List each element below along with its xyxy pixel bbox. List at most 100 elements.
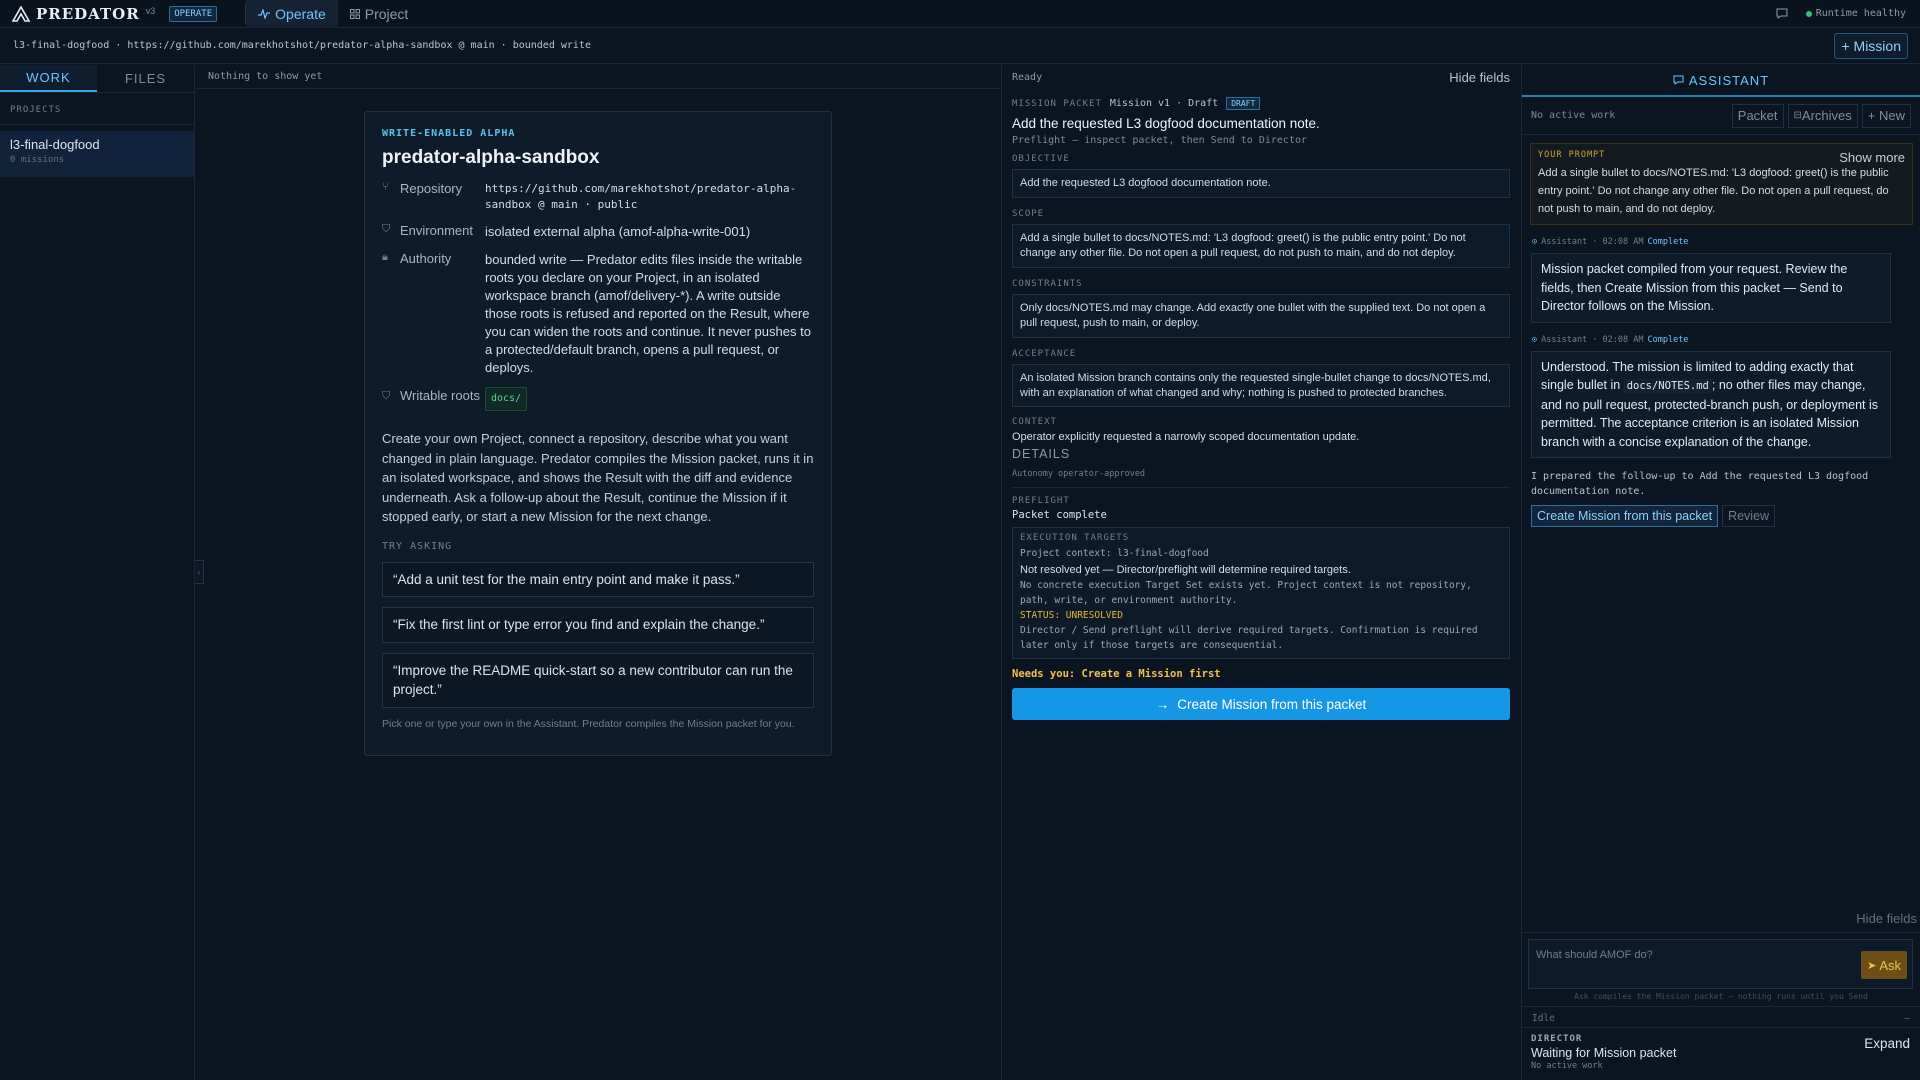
message-status: Complete — [1647, 334, 1689, 345]
lock-icon: 🔒︎ — [382, 251, 388, 263]
repository-label: Repository — [400, 181, 463, 196]
tab-project-label: Project — [364, 5, 409, 22]
no-active-work: No active work — [1531, 110, 1616, 121]
prompt-text: Add a single bullet to docs/NOTES.md: 'L… — [1538, 167, 1889, 215]
assistant-header[interactable]: ASSISTANT — [1522, 65, 1920, 97]
message-author: Assistant · 02:08 AM — [1541, 237, 1644, 247]
idle-marker: – — [1904, 1013, 1910, 1024]
needs-you-notice: Needs you: Create a Mission first — [1012, 668, 1221, 680]
repository-key: ⑂ Repository — [382, 181, 485, 213]
chat-icon — [1673, 75, 1684, 85]
tab-files[interactable]: FILES — [97, 65, 194, 92]
scope-field[interactable]: Add a single bullet to docs/NOTES.md: 'L… — [1012, 224, 1510, 268]
details-heading[interactable]: DETAILS — [1012, 447, 1510, 461]
shield-icon: ⛉ — [382, 223, 391, 235]
card-footnote: Pick one or type your own in the Assista… — [382, 717, 795, 730]
review-button[interactable]: Review — [1722, 505, 1776, 527]
execution-status: STATUS: UNRESOLVED — [1020, 610, 1123, 621]
environment-key: ⛉ Environment — [382, 223, 485, 241]
execution-targets-label: EXECUTION TARGETS — [1020, 533, 1130, 543]
tab-work[interactable]: WORK — [0, 65, 97, 92]
sidebar-item-project[interactable]: l3-final-dogfood 0 missions — [0, 131, 194, 177]
breadcrumb-bar: l3-final-dogfood · https://github.com/ma… — [0, 28, 1920, 64]
tab-operate[interactable]: Operate — [246, 0, 338, 28]
create-mission-from-packet-button[interactable]: Create Mission from this packet — [1531, 505, 1719, 527]
archives-button[interactable]: ⊟ Archives — [1787, 103, 1858, 128]
new-mission-button[interactable]: + Mission — [1834, 33, 1908, 59]
objective-label: OBJECTIVE — [1012, 154, 1070, 164]
tab-operate-label: Operate — [275, 5, 326, 22]
message-meta: ⊙ Assistant · 02:08 AM Complete — [1532, 335, 1920, 345]
tab-project[interactable]: Project — [338, 0, 421, 28]
acceptance-label: ACCEPTANCE — [1012, 349, 1077, 359]
director-label: DIRECTOR — [1531, 1034, 1583, 1044]
grid-icon — [349, 8, 360, 19]
director-sub: No active work — [1531, 1061, 1603, 1071]
project-context-line: Project context: l3-final-dogfood — [1020, 548, 1209, 559]
director-state: Waiting for Mission packet — [1531, 1046, 1677, 1060]
message-code: docs/NOTES.md — [1623, 379, 1712, 393]
message-meta: ⊙ Assistant · 02:08 AM Complete — [1532, 237, 1920, 247]
packet-subtitle: Preflight — inspect packet, then Send to… — [1012, 135, 1308, 146]
chat-icon[interactable] — [1776, 8, 1788, 19]
execution-note: No concrete execution Target Set exists … — [1020, 580, 1472, 606]
packet-version: Mission v1 · Draft — [1109, 98, 1219, 109]
suggestion-item[interactable]: “Improve the README quick-start so a new… — [382, 652, 814, 708]
prompt-input[interactable]: What should AMOF do? ➤ Ask — [1528, 939, 1913, 989]
runtime-status-label: Runtime healthy — [1815, 8, 1906, 19]
autonomy-value: Autonomy operator-approved — [1012, 469, 1146, 479]
your-prompt: YOUR PROMPT Show more Add a single bulle… — [1530, 143, 1913, 225]
projects-section-title: PROJECTS — [0, 93, 194, 125]
assistant-tools: Packet ⊟ Archives + New — [1731, 103, 1911, 128]
create-mission-button[interactable]: → Create Mission from this packet — [1012, 688, 1510, 720]
mode-badge: OPERATE — [169, 5, 218, 22]
sidebar: WORK FILES PROJECTS l3-final-dogfood 0 m… — [0, 65, 195, 1080]
repository-row: ⑂ Repository https://github.com/marekhots… — [382, 181, 814, 213]
prompt-input-placeholder: What should AMOF do? — [1536, 949, 1653, 961]
ask-label: Ask — [1879, 957, 1901, 973]
idle-status-row: Idle – — [1522, 1006, 1920, 1028]
predator-logo-icon — [12, 5, 30, 22]
execution-derive-note: Director / Send preflight will derive re… — [1020, 625, 1478, 651]
main-content: Nothing to show yet WRITE-ENABLED ALPHA … — [196, 65, 1000, 1080]
assistant-avatar-icon: ⊙ — [1532, 334, 1538, 345]
suggestion-item[interactable]: “Fix the first lint or type error you fi… — [382, 607, 814, 643]
project-name: l3-final-dogfood — [10, 137, 100, 152]
suggestion-item[interactable]: “Add a unit test for the main entry poin… — [382, 561, 814, 597]
packet-meta: MISSION PACKET Mission v1 · Draft DRAFT — [1012, 97, 1510, 110]
authority-label: Authority — [400, 251, 452, 266]
idle-label: Idle — [1532, 1013, 1555, 1024]
sidebar-tabs: WORK FILES — [0, 65, 194, 93]
director-status: DIRECTOR Waiting for Mission packet No a… — [1522, 1028, 1920, 1080]
ask-button[interactable]: ➤ Ask — [1861, 951, 1907, 979]
resolution-line: Not resolved yet — Director/preflight wi… — [1020, 564, 1351, 576]
preflight-status: Packet complete — [1012, 509, 1107, 521]
new-button[interactable]: + New — [1861, 103, 1911, 128]
writable-root-chip: docs/ — [485, 387, 528, 411]
message-status: Complete — [1647, 237, 1689, 247]
branch-icon: ⑂ — [382, 181, 389, 193]
writable-roots-key: ⛉ Writable roots — [382, 387, 485, 411]
constraints-field[interactable]: Only docs/NOTES.md may change. Add exact… — [1012, 294, 1510, 338]
hide-fields-button[interactable]: Hide fields — [1449, 70, 1510, 85]
expand-button[interactable]: Expand — [1864, 1036, 1910, 1051]
hide-fields-button[interactable]: Hide fields — [1522, 911, 1920, 933]
archives-label: Archives — [1801, 108, 1852, 123]
try-asking-title: TRY ASKING — [382, 540, 453, 552]
brand[interactable]: PREDATOR v3 OPERATE — [0, 5, 218, 23]
repository-value[interactable]: https://github.com/marekhotshot/predator… — [485, 181, 814, 213]
objective-field[interactable]: Add the requested L3 dogfood documentati… — [1012, 169, 1510, 198]
assistant-message: Mission packet compiled from your reques… — [1531, 253, 1891, 323]
environment-label: Environment — [400, 223, 473, 238]
acceptance-field[interactable]: An isolated Mission branch contains only… — [1012, 364, 1510, 407]
packet-button[interactable]: Packet — [1731, 103, 1784, 128]
draft-badge: DRAFT — [1226, 97, 1261, 110]
breadcrumb: l3-final-dogfood · https://github.com/ma… — [13, 40, 591, 51]
show-more-button[interactable]: Show more — [1839, 150, 1905, 165]
shield-icon: ⛉ — [382, 390, 391, 402]
send-icon: ➤ — [1867, 959, 1877, 972]
writable-roots-row: ⛉ Writable roots docs/ — [382, 387, 814, 411]
followup-note: I prepared the follow-up to Add the requ… — [1531, 471, 1869, 497]
runtime-status: Runtime healthy — [1805, 8, 1906, 19]
assistant-footer: Hide fields What should AMOF do? ➤ Ask A… — [1522, 911, 1920, 1080]
